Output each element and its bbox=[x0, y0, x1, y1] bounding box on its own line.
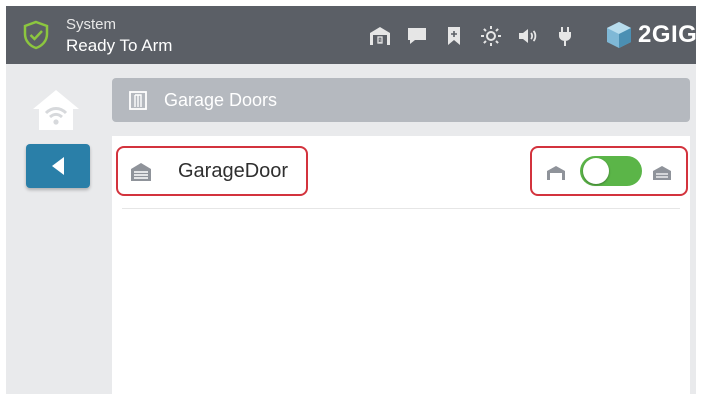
brand-name: 2GIG bbox=[638, 21, 696, 48]
garage-icon[interactable]: 1 bbox=[368, 24, 392, 48]
page-title: Garage Doors bbox=[164, 90, 278, 110]
garage-closed-icon bbox=[653, 166, 671, 180]
back-button[interactable] bbox=[26, 144, 90, 188]
back-arrow-icon bbox=[52, 157, 64, 175]
arm-status-text: Ready To Arm bbox=[66, 36, 173, 55]
toggle-knob bbox=[583, 158, 609, 184]
status-icons: 1 bbox=[368, 24, 590, 48]
cube-logo-icon bbox=[607, 22, 631, 48]
svg-text:1: 1 bbox=[379, 39, 382, 45]
list-item: GarageDoor bbox=[112, 136, 690, 212]
door-toggle-highlight bbox=[530, 146, 688, 196]
garage-door-toggle[interactable] bbox=[580, 156, 642, 186]
system-label: System bbox=[66, 16, 117, 33]
device-name: GarageDoor bbox=[178, 160, 289, 182]
shield-check-icon[interactable] bbox=[22, 20, 50, 50]
screen: System Ready To Arm 1 2GIG Garage Doors … bbox=[6, 6, 696, 394]
breadcrumb: Garage Doors bbox=[112, 78, 690, 122]
home-wifi-icon[interactable] bbox=[30, 86, 82, 132]
garage-door-icon bbox=[129, 91, 147, 110]
volume-icon[interactable] bbox=[516, 24, 540, 48]
bookmark-icon[interactable] bbox=[442, 24, 466, 48]
power-plug-icon[interactable] bbox=[553, 24, 577, 48]
brand-logo: 2GIG bbox=[604, 18, 696, 52]
garage-open-icon bbox=[547, 166, 565, 180]
device-list: GarageDoor bbox=[112, 136, 690, 394]
message-icon[interactable] bbox=[405, 24, 429, 48]
row-divider bbox=[122, 208, 680, 209]
garage-icon bbox=[131, 163, 151, 181]
brightness-icon[interactable] bbox=[479, 24, 503, 48]
top-status-bar: System Ready To Arm 1 2GIG bbox=[6, 6, 696, 64]
device-name-highlight[interactable]: GarageDoor bbox=[116, 146, 308, 196]
